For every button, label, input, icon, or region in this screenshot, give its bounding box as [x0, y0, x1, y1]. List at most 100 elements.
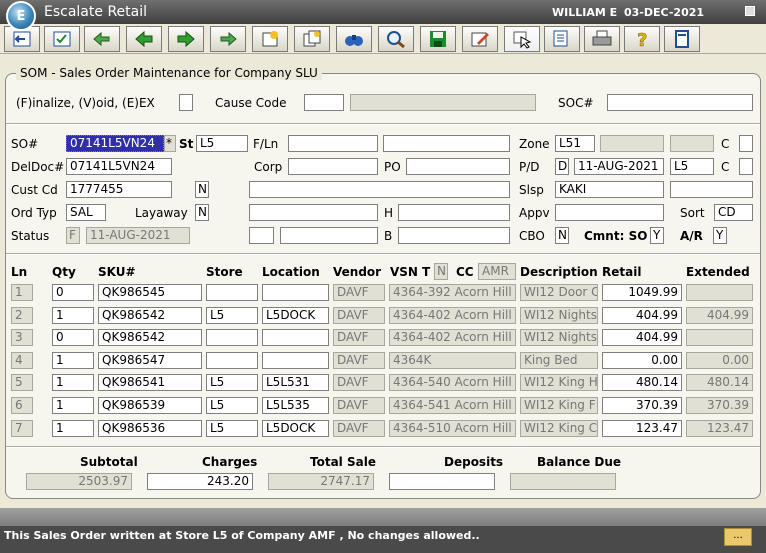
line-sku-input[interactable]: QK986536 — [98, 419, 202, 437]
message-more-button[interactable]: ... — [724, 528, 752, 546]
line-retail-input[interactable]: 404.99 — [602, 329, 682, 347]
deldoc-input[interactable]: 07141L5VN24 — [66, 158, 172, 175]
cmnt-input[interactable]: Y — [650, 227, 664, 244]
col-location: Location — [262, 265, 320, 279]
line-qty-input[interactable]: 1 — [52, 306, 94, 324]
cust-name-input[interactable] — [249, 181, 510, 198]
help-icon[interactable]: ? — [624, 26, 660, 52]
col-sku: SKU# — [98, 265, 136, 279]
deposits-input[interactable] — [389, 473, 495, 490]
h-input[interactable] — [398, 204, 510, 221]
charges-input[interactable]: 243.20 — [147, 473, 253, 490]
line-retail-input[interactable]: 480.14 — [602, 374, 682, 392]
line-sku-input[interactable]: QK986542 — [98, 306, 202, 324]
line-retail-input[interactable]: 0.00 — [602, 351, 682, 369]
status-extra-input-1[interactable] — [249, 227, 274, 244]
st-input[interactable]: L5 — [196, 135, 248, 152]
line-sku-input[interactable]: QK986547 — [98, 351, 202, 369]
zone-desc-field — [600, 135, 664, 152]
line-location-input[interactable]: L5L535 — [262, 397, 329, 414]
cust-flag-input[interactable]: N — [195, 181, 209, 198]
print-icon[interactable] — [584, 26, 620, 52]
soc-input[interactable] — [607, 94, 753, 111]
cause-code-input[interactable] — [304, 94, 344, 111]
save-icon[interactable] — [420, 26, 456, 52]
col-vsn: VSN — [390, 265, 418, 279]
line-qty-input[interactable]: 1 — [52, 374, 94, 392]
line-store-input[interactable] — [206, 284, 258, 301]
line-qty-input[interactable]: 1 — [52, 351, 94, 369]
line-location-input[interactable]: L5DOCK — [262, 419, 329, 437]
zone-c-input[interactable] — [739, 135, 753, 152]
pd-date-input[interactable]: 11-AUG-2021 — [574, 158, 664, 175]
zoom-icon[interactable] — [378, 26, 414, 52]
info-icon[interactable] — [664, 26, 700, 52]
line-retail-input[interactable]: 404.99 — [602, 306, 682, 324]
back-icon[interactable] — [126, 26, 162, 52]
cbo-input[interactable]: N — [555, 227, 569, 244]
session-date: 03-DEC-2021 — [624, 6, 705, 19]
ar-input[interactable]: Y — [713, 227, 727, 244]
so-number-input[interactable]: 07141L5VN24 — [66, 135, 164, 152]
line-store-input[interactable] — [206, 351, 258, 369]
cust-code-input[interactable]: 1777455 — [66, 181, 172, 198]
pd-c-input[interactable] — [739, 158, 753, 175]
sort-input[interactable]: CD — [714, 204, 753, 221]
pd-input[interactable]: D — [555, 158, 569, 175]
status-extra-input-2[interactable] — [280, 227, 378, 244]
line-store-input[interactable]: L5 — [206, 374, 258, 392]
fln-input-1[interactable] — [288, 135, 378, 152]
line-location-input[interactable] — [262, 284, 329, 301]
line-number: 6 — [11, 397, 33, 414]
line-extended-field: 0.00 — [686, 351, 753, 369]
forward-all-icon[interactable] — [210, 26, 246, 52]
line-retail-input[interactable]: 1049.99 — [602, 284, 682, 301]
line-sku-input[interactable]: QK986542 — [98, 329, 202, 347]
pd-store-input[interactable]: L5 — [670, 158, 714, 175]
line-location-input[interactable] — [262, 329, 329, 347]
line-qty-input[interactable]: 0 — [52, 284, 94, 301]
ord-extra-input[interactable] — [249, 204, 378, 221]
window-button[interactable] — [745, 6, 755, 16]
line-retail-input[interactable]: 123.47 — [602, 419, 682, 437]
finalize-void-input[interactable] — [179, 94, 193, 111]
fln-input-2[interactable] — [383, 135, 510, 152]
slsp2-input[interactable] — [670, 181, 753, 198]
line-vendor-field: DAVF — [333, 351, 385, 369]
forward-icon[interactable] — [168, 26, 204, 52]
edit-icon[interactable] — [462, 26, 498, 52]
line-store-input[interactable]: L5 — [206, 306, 258, 324]
line-qty-input[interactable]: 1 — [52, 397, 94, 414]
new-icon[interactable] — [252, 26, 288, 52]
line-location-input[interactable]: L5DOCK — [262, 306, 329, 324]
line-vendor-field: DAVF — [333, 329, 385, 347]
notes-icon[interactable] — [544, 26, 580, 52]
back-all-icon[interactable] — [84, 26, 120, 52]
ord-typ-input[interactable]: SAL — [66, 204, 106, 221]
line-vendor-field: DAVF — [333, 306, 385, 324]
layaway-input[interactable]: N — [195, 204, 209, 221]
line-sku-input[interactable]: QK986539 — [98, 397, 202, 414]
binoculars-icon[interactable] — [336, 26, 372, 52]
line-store-input[interactable]: L5 — [206, 397, 258, 414]
copy-icon[interactable] — [294, 26, 330, 52]
line-retail-input[interactable]: 370.39 — [602, 397, 682, 414]
line-qty-input[interactable]: 0 — [52, 329, 94, 347]
pointer-icon[interactable] — [504, 26, 540, 52]
line-sku-input[interactable]: QK986545 — [98, 284, 202, 301]
slsp-input[interactable]: KAKI — [555, 181, 664, 198]
line-store-input[interactable]: L5 — [206, 419, 258, 437]
corp-input[interactable] — [288, 158, 378, 175]
b-input[interactable] — [398, 227, 510, 244]
line-qty-input[interactable]: 1 — [52, 419, 94, 437]
po-input[interactable] — [406, 158, 510, 175]
save-list-icon[interactable] — [44, 26, 80, 52]
line-location-input[interactable]: L5L531 — [262, 374, 329, 392]
deldoc-label: DelDoc# — [11, 160, 65, 174]
fln-label: F/Ln — [253, 137, 279, 151]
zone-input[interactable]: L51 — [555, 135, 595, 152]
line-sku-input[interactable]: QK986541 — [98, 374, 202, 392]
line-store-input[interactable] — [206, 329, 258, 347]
line-location-input[interactable] — [262, 351, 329, 369]
appv-input[interactable] — [555, 204, 664, 221]
